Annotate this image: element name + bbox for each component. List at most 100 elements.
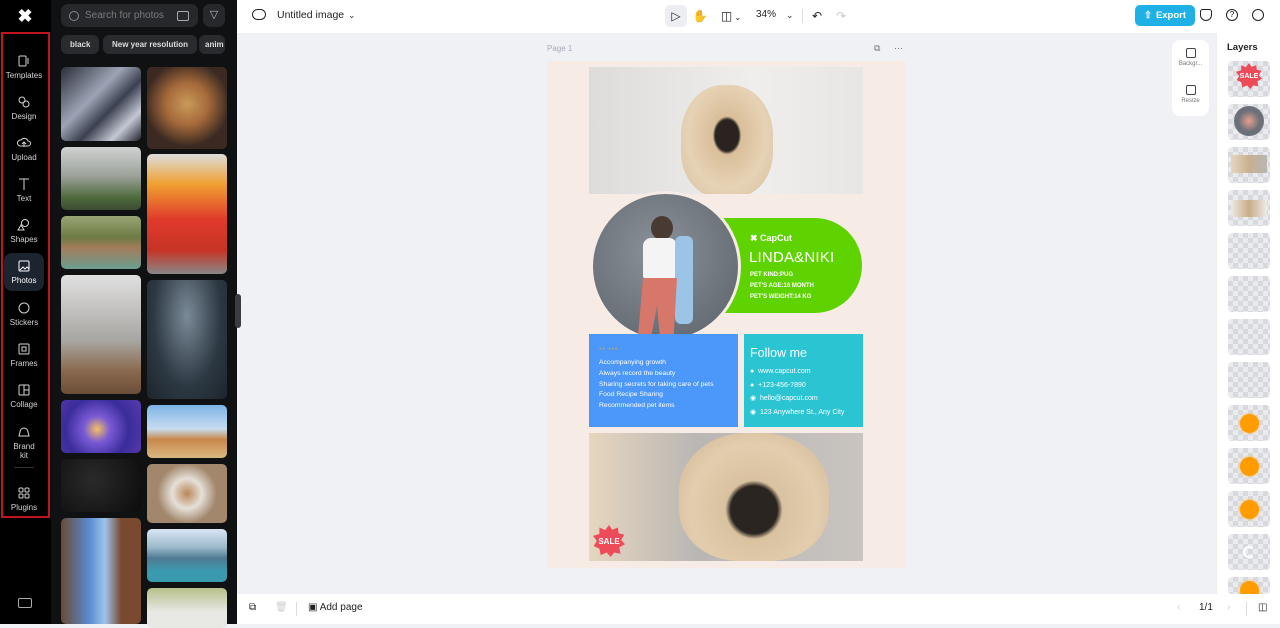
resize-tool[interactable]: Resize <box>1172 85 1209 104</box>
layer-item[interactable] <box>1228 577 1270 594</box>
pug-thumb <box>1231 200 1267 217</box>
chip-anim[interactable]: anim <box>199 35 225 54</box>
settings-gear-icon[interactable] <box>1252 9 1264 21</box>
chip-new-year-resolution[interactable]: New year resolution <box>103 35 198 54</box>
photo-thumb[interactable] <box>61 518 141 624</box>
redo-button[interactable]: ↷ <box>830 5 852 27</box>
collage-icon <box>18 384 30 396</box>
prev-page-icon[interactable]: ‹ <box>1177 602 1180 613</box>
brand-kit-icon <box>18 427 30 436</box>
photo-thumb[interactable] <box>147 405 227 458</box>
side-tools: Backgr... Resize <box>1172 40 1209 116</box>
layer-item[interactable] <box>1228 405 1270 441</box>
keyboard-shortcuts-icon[interactable] <box>18 598 32 608</box>
layer-item[interactable] <box>1228 147 1270 183</box>
brand-logo: ✖ CapCut <box>750 233 793 243</box>
photo-thumb[interactable] <box>61 275 141 394</box>
layer-item[interactable]: SALE <box>1228 61 1270 97</box>
follow-card[interactable]: Follow me ● www.capcut.com ● +123-456-78… <box>744 334 863 427</box>
search-box[interactable] <box>61 4 198 27</box>
model-pants <box>637 278 677 339</box>
photo-thumb[interactable] <box>147 588 227 628</box>
upload-icon <box>17 137 31 147</box>
filter-button[interactable]: ▽ <box>203 4 225 27</box>
add-page-button[interactable]: ▣ Add page <box>308 602 363 613</box>
sale-badge[interactable]: SALE <box>593 525 625 557</box>
pug-photo-top[interactable] <box>589 67 863 194</box>
layer-item[interactable] <box>1228 233 1270 269</box>
panel-collapse-handle[interactable] <box>235 294 241 328</box>
rail-item-templates[interactable]: Templates <box>4 48 44 86</box>
undo-button[interactable]: ↶ <box>806 5 828 27</box>
loading-spinner-icon <box>1243 546 1255 558</box>
capcut-logo-icon[interactable]: ✖ <box>14 6 36 26</box>
chip-black[interactable]: black <box>61 35 100 54</box>
layer-item[interactable] <box>1228 448 1270 484</box>
photo-thumb[interactable] <box>61 400 141 453</box>
layer-item[interactable] <box>1228 276 1270 312</box>
woman-circle-photo[interactable] <box>590 191 741 342</box>
services-card[interactable]: ** *** Accompanying growth Always record… <box>589 334 738 427</box>
photo-thumb[interactable] <box>147 280 227 399</box>
photo-thumb[interactable] <box>147 154 227 274</box>
layers-toggle-icon[interactable]: ⧉ <box>249 602 256 613</box>
contact-list: ● www.capcut.com ● +123-456-7890 ◉ hello… <box>750 365 857 419</box>
rail-item-brand-kit[interactable]: Brand kit <box>4 420 44 464</box>
shield-icon[interactable] <box>1200 9 1212 21</box>
rail-item-plugins[interactable]: Plugins <box>4 480 44 518</box>
toolbar-divider <box>802 9 803 23</box>
resize-icon <box>1185 85 1196 95</box>
design-canvas[interactable]: ✖ CapCut LINDA&NIKI PET KIND:PUG PET'S A… <box>547 61 906 568</box>
rail-item-collage[interactable]: Collage <box>4 377 44 415</box>
location-icon: ◉ <box>750 408 757 416</box>
image-search-icon[interactable] <box>177 10 189 21</box>
rail-item-frames[interactable]: Frames <box>4 336 44 374</box>
photo-thumb[interactable] <box>61 216 141 269</box>
photo-thumb[interactable] <box>61 459 141 512</box>
layer-item[interactable] <box>1228 534 1270 570</box>
photo-thumb[interactable] <box>147 529 227 582</box>
zoom-level[interactable]: 34% <box>756 9 776 20</box>
photo-thumb[interactable] <box>147 464 227 523</box>
bottom-divider <box>296 602 297 616</box>
pointer-icon: ▷ <box>671 9 681 23</box>
contact-address: ◉ 123 Anywhere St., Any City <box>750 408 845 416</box>
zoom-chevron-down-icon[interactable]: ⌄ <box>786 10 794 21</box>
pug-photo-bottom[interactable]: SALE <box>589 433 863 561</box>
service-item: Recommended pet items <box>599 402 675 410</box>
delete-page-icon[interactable]: 🗑 <box>275 602 288 613</box>
layer-item[interactable] <box>1228 104 1270 140</box>
orange-circle-thumb <box>1240 414 1259 433</box>
orange-circle-thumb <box>1240 581 1259 594</box>
cloud-save-icon[interactable] <box>252 9 266 20</box>
rail-item-text[interactable]: Text <box>4 171 44 209</box>
rail-item-stickers[interactable]: Stickers <box>4 295 44 333</box>
select-tool-button[interactable]: ▷ <box>665 5 687 27</box>
document-title[interactable]: Untitled image <box>277 9 344 21</box>
layout-tool-button[interactable]: ◫ ⌄ <box>717 5 745 27</box>
layer-item[interactable] <box>1228 491 1270 527</box>
duplicate-page-icon[interactable]: ⧉ <box>874 43 880 54</box>
help-icon[interactable]: ? <box>1226 9 1238 21</box>
rail-item-photos[interactable]: Photos <box>4 253 44 291</box>
service-item: Food Recipe Sharing <box>599 391 663 399</box>
layer-item[interactable] <box>1228 190 1270 226</box>
layer-item[interactable] <box>1228 362 1270 398</box>
search-input[interactable] <box>85 10 171 21</box>
title-chevron-down-icon[interactable]: ⌄ <box>348 10 356 21</box>
layer-item[interactable] <box>1228 319 1270 355</box>
photo-thumb[interactable] <box>61 147 141 210</box>
rail-item-shapes[interactable]: Shapes <box>4 212 44 250</box>
background-tool[interactable]: Backgr... <box>1172 48 1209 67</box>
photo-thumb[interactable] <box>61 67 141 141</box>
photo-thumb[interactable] <box>147 67 227 149</box>
hand-tool-button[interactable]: ✋ <box>689 5 711 27</box>
pug-figure <box>679 433 829 561</box>
rail-item-upload[interactable]: Upload <box>4 130 44 168</box>
pet-name: LINDA&NIKI <box>749 249 835 266</box>
page-more-icon[interactable]: ⋯ <box>894 43 903 54</box>
page-manager-icon[interactable]: ◫ <box>1258 602 1267 613</box>
export-button[interactable]: ⇧ Export <box>1135 5 1195 26</box>
rail-item-design[interactable]: Design <box>4 89 44 127</box>
next-page-icon[interactable]: › <box>1227 602 1230 613</box>
